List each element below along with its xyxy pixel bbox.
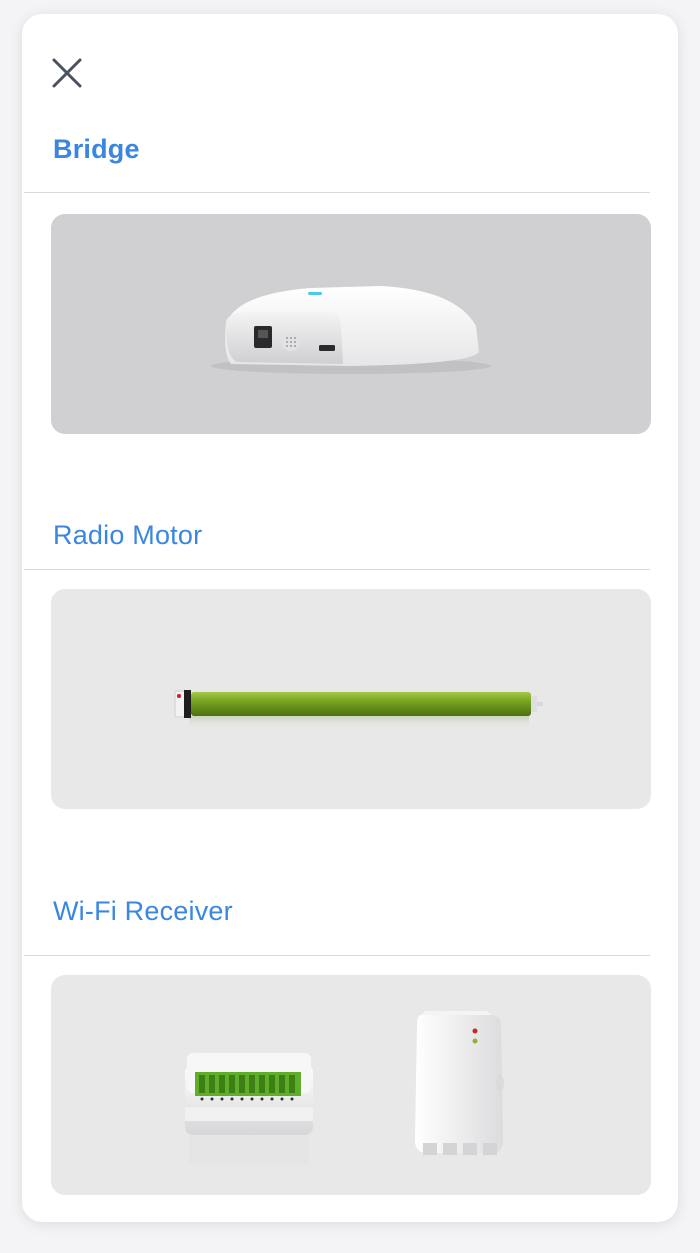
section-title-radio-motor: Radio Motor bbox=[53, 520, 203, 550]
section-title-wifi-receiver: Wi-Fi Receiver bbox=[53, 896, 233, 926]
bridge-device-image bbox=[211, 286, 491, 374]
device-picker-sheet: Bridge Radio Motor Wi-Fi Receiver bbox=[22, 14, 678, 1222]
product-card-bridge[interactable] bbox=[51, 214, 651, 434]
close-button[interactable] bbox=[50, 56, 84, 90]
wifi-receiver-image bbox=[185, 1011, 504, 1165]
divider bbox=[24, 955, 650, 956]
product-card-wifi-receiver[interactable] bbox=[51, 975, 651, 1195]
divider bbox=[24, 569, 650, 570]
tubular-motor-image bbox=[174, 690, 543, 730]
close-icon bbox=[52, 58, 82, 88]
section-title-bridge: Bridge bbox=[53, 134, 140, 164]
product-card-radio-motor[interactable] bbox=[51, 589, 651, 809]
divider bbox=[24, 192, 650, 193]
